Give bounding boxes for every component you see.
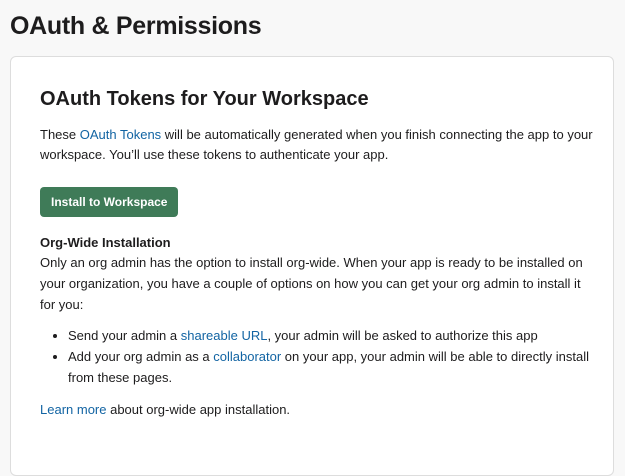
- oauth-tokens-card: OAuth Tokens for Your Workspace These OA…: [10, 56, 614, 476]
- install-to-workspace-button[interactable]: Install to Workspace: [40, 187, 179, 217]
- tokens-intro: These OAuth Tokens will be automatically…: [40, 125, 596, 165]
- card-content: OAuth Tokens for Your Workspace These OA…: [40, 85, 596, 420]
- oauth-tokens-link[interactable]: OAuth Tokens: [80, 127, 161, 142]
- list-item: Send your admin a shareable URL, your ad…: [68, 325, 596, 346]
- shareable-url-link[interactable]: shareable URL: [181, 328, 268, 343]
- tokens-intro-before: These: [40, 127, 80, 142]
- option-text-before: Add your org admin as a: [68, 349, 214, 364]
- learn-more-line: Learn more about org-wide app installati…: [40, 400, 596, 420]
- learn-more-link[interactable]: Learn more: [40, 402, 106, 417]
- org-wide-description: Only an org admin has the option to inst…: [40, 255, 583, 312]
- learn-more-after: about org-wide app installation.: [106, 402, 291, 417]
- section-title: OAuth Tokens for Your Workspace: [40, 88, 369, 110]
- collaborator-link[interactable]: collaborator: [213, 349, 281, 364]
- page-title: OAuth & Permissions: [10, 12, 262, 40]
- option-text-after: , your admin will be asked to authorize …: [267, 328, 538, 343]
- option-text-before: Send your admin a: [68, 328, 181, 343]
- org-wide-options-list: Send your admin a shareable URL, your ad…: [40, 325, 596, 388]
- org-wide-heading: Org-Wide Installation: [40, 235, 171, 250]
- list-item: Add your org admin as a collaborator on …: [68, 346, 596, 388]
